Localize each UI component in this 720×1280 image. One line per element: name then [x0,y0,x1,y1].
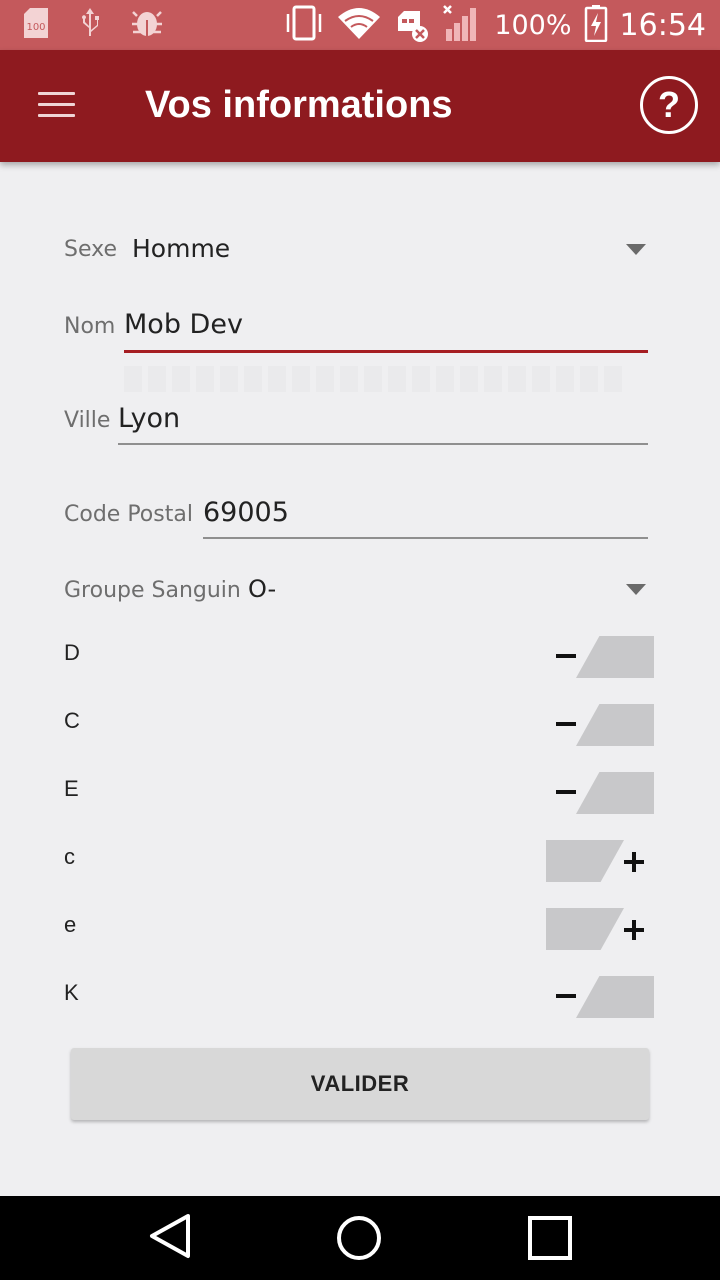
code-postal-underline [203,537,648,539]
dropdown-arrow-icon [626,584,646,595]
rhesus-toggle-negative[interactable] [546,770,656,816]
status-icons-left: 100 [22,6,164,44]
groupe-sanguin-label: Groupe Sanguin [64,578,241,603]
recents-icon[interactable] [520,1212,580,1264]
rhesus-toggle-negative[interactable] [546,974,656,1020]
sexe-value: Homme [132,234,231,263]
rhesus-label: D [64,640,80,665]
ville-value: Lyon [118,403,181,434]
rhesus-toggle-negative[interactable] [546,634,656,680]
sd-card-icon: 100 [22,6,50,44]
home-icon[interactable] [330,1212,390,1264]
signal-icon [442,3,482,47]
back-icon[interactable] [140,1212,200,1264]
minus-icon [556,654,576,658]
sexe-label: Sexe [64,237,117,262]
status-bar: 100 100% 16:54 [0,0,720,50]
code-postal-value: 69005 [203,497,289,528]
rhesus-label: e [64,912,77,937]
help-icon[interactable]: ? [640,76,698,134]
rhesus-label: K [64,980,79,1005]
toggle-track [576,976,654,1018]
nom-underline [124,350,648,353]
rhesus-toggle-positive[interactable] [546,838,656,884]
rhesus-label: C [64,708,80,733]
plus-icon-vertical [632,852,636,872]
status-time: 16:54 [619,7,706,43]
usb-icon [78,6,102,44]
autofill-placeholder [124,366,624,392]
ville-underline [118,443,648,445]
page-title: Vos informations [145,84,453,126]
rhesus-toggle-positive[interactable] [546,906,656,952]
vibrate-icon [284,4,324,46]
menu-icon[interactable] [28,86,84,126]
android-debug-icon [130,6,164,44]
toggle-track [546,840,624,882]
rhesus-toggle-negative[interactable] [546,702,656,748]
valider-button[interactable]: VALIDER [71,1048,649,1120]
rhesus-label: E [64,776,79,801]
code-postal-label: Code Postal [64,502,193,527]
nom-value: Mob Dev [124,309,243,340]
minus-icon [556,722,576,726]
navigation-bar [0,1196,720,1280]
nom-label: Nom [64,314,116,339]
groupe-sanguin-value: O- [248,575,277,603]
toggle-track [576,636,654,678]
battery-percent: 100% [494,9,572,41]
minus-icon [556,994,576,998]
rhesus-label: c [64,844,75,869]
wifi-icon [336,5,382,45]
battery-charging-icon [584,4,608,46]
ville-label: Ville [64,408,111,433]
toggle-track [546,908,624,950]
sim-error-icon [394,3,430,47]
plus-icon-vertical [632,920,636,940]
minus-icon [556,790,576,794]
dropdown-arrow-icon [626,244,646,255]
app-bar: Vos informations ? [0,50,720,162]
toggle-track [576,772,654,814]
toggle-track [576,704,654,746]
sd-card-label: 100 [26,22,45,33]
status-icons-right: 100% 16:54 [284,4,706,46]
